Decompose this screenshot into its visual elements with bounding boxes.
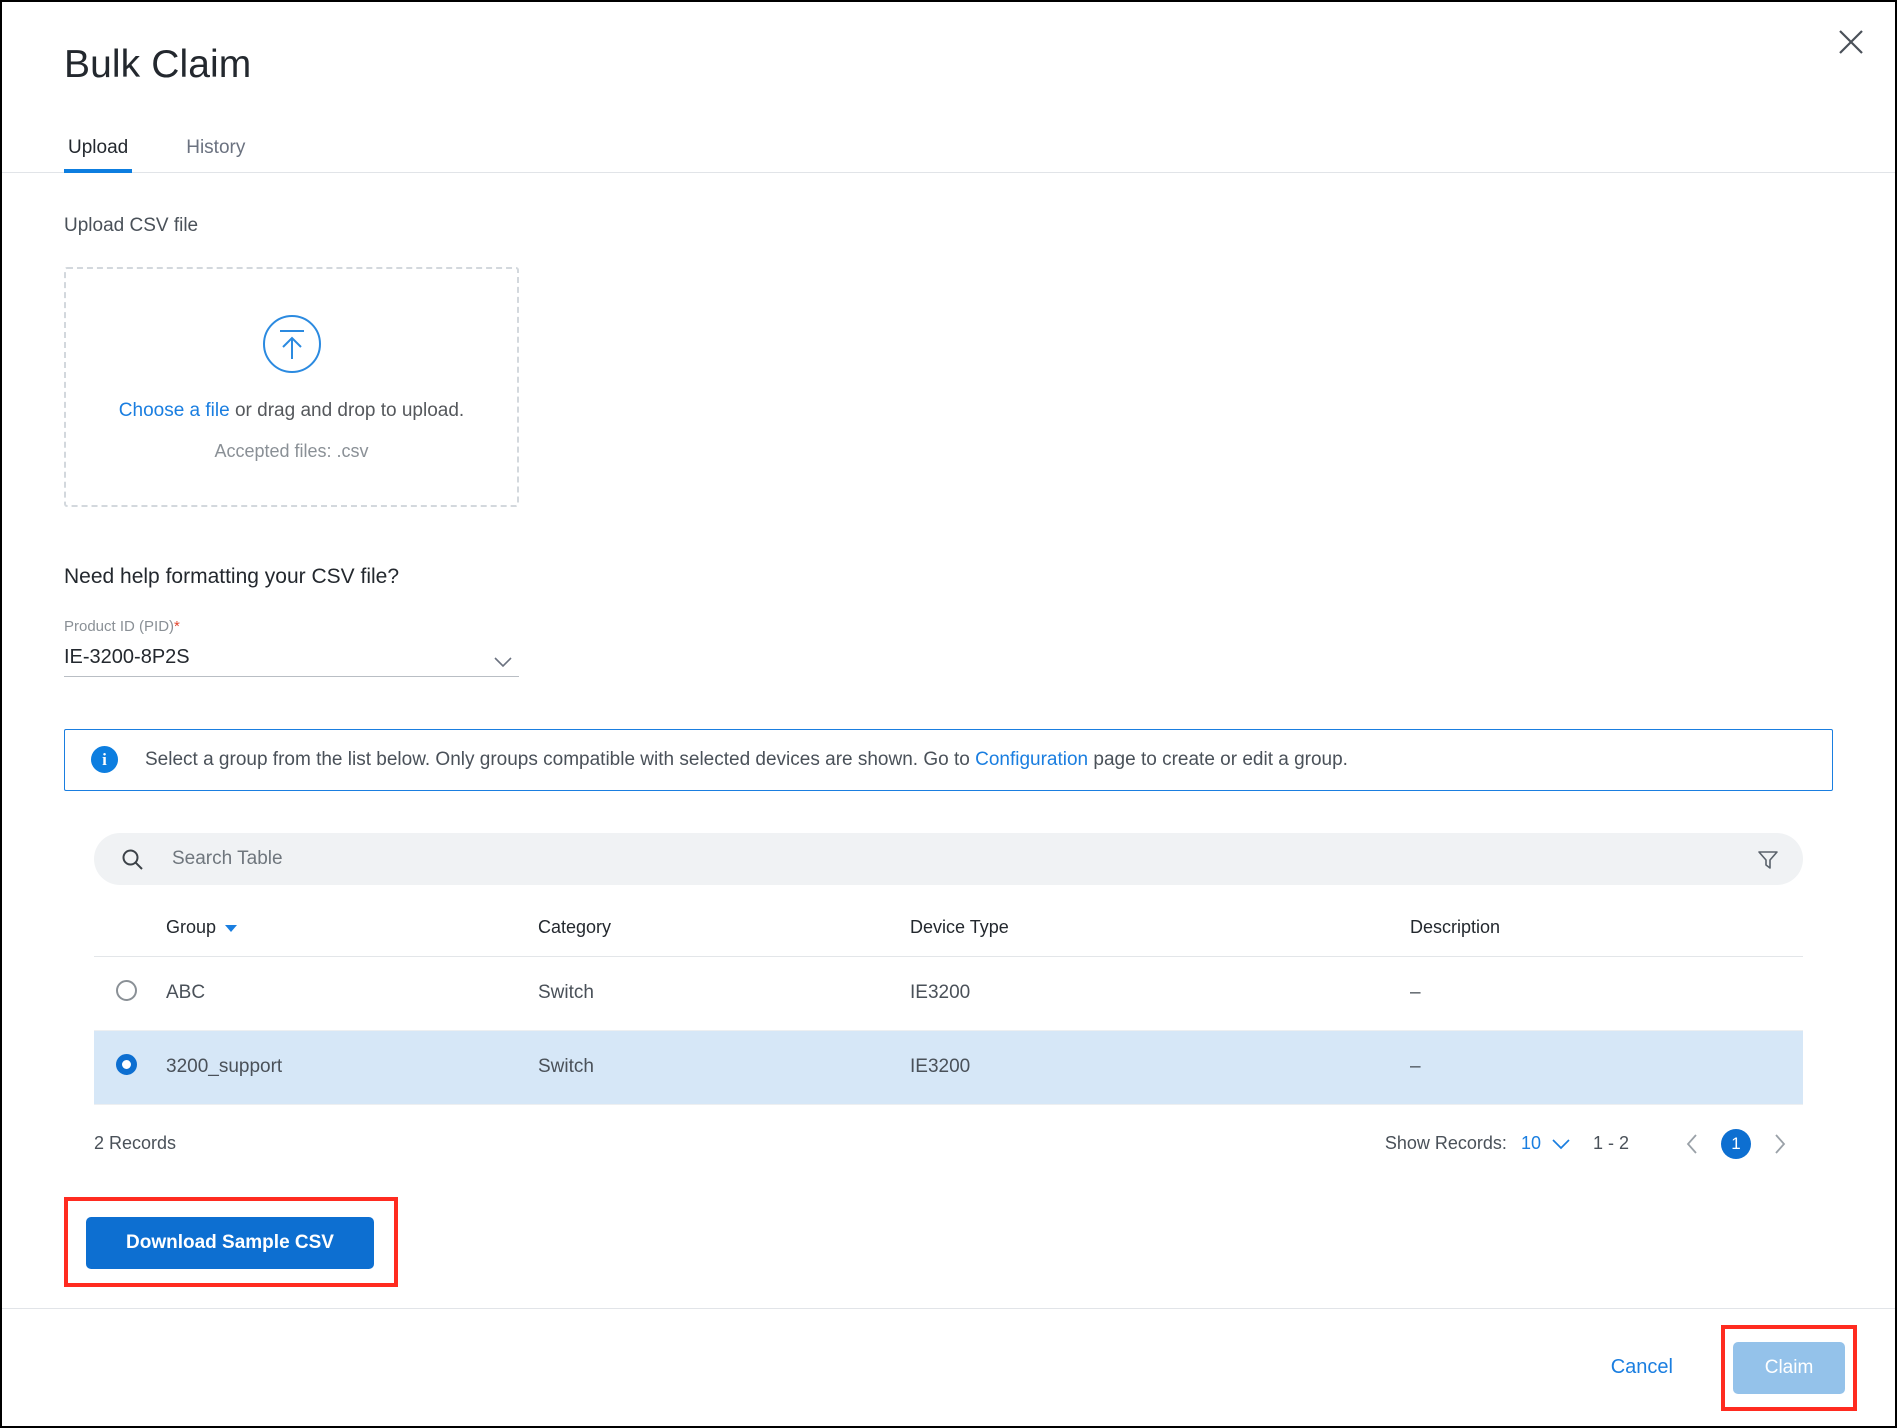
row-category: Switch bbox=[538, 1030, 910, 1105]
column-description[interactable]: Description bbox=[1410, 902, 1803, 957]
records-count: 2 Records bbox=[94, 1133, 177, 1154]
help-formatting-title: Need help formatting your CSV file? bbox=[64, 564, 400, 588]
row-device-type: IE3200 bbox=[910, 956, 1410, 1031]
groups-table: Group Category Device Type Description A… bbox=[94, 902, 1803, 1105]
show-records-value[interactable]: 10 bbox=[1521, 1133, 1541, 1154]
row-description: – bbox=[1410, 1030, 1803, 1105]
show-records-label: Show Records: bbox=[1384, 1133, 1507, 1154]
chevron-left-icon[interactable] bbox=[1675, 1133, 1709, 1155]
product-id-label: Product ID (PID)* bbox=[64, 619, 519, 634]
radio-button-3200-support[interactable] bbox=[116, 1053, 137, 1075]
row-device-type: IE3200 bbox=[910, 1030, 1410, 1105]
record-range: 1 - 2 bbox=[1592, 1133, 1629, 1154]
info-icon: i bbox=[91, 746, 118, 774]
accepted-files-text: Accepted files: .csv bbox=[214, 441, 369, 462]
download-sample-csv-area: Download Sample CSV bbox=[64, 1196, 398, 1287]
row-group: 3200_support bbox=[166, 1030, 538, 1105]
close-icon[interactable] bbox=[1829, 20, 1873, 64]
claim-button[interactable]: Claim bbox=[1733, 1341, 1845, 1394]
row-radio-cell[interactable] bbox=[94, 956, 166, 1031]
search-bar bbox=[94, 832, 1803, 885]
row-description: – bbox=[1410, 956, 1803, 1031]
column-group[interactable]: Group bbox=[166, 902, 538, 957]
filter-icon[interactable] bbox=[1743, 846, 1781, 872]
dropzone-drop-text: or drag and drop to upload. bbox=[229, 400, 465, 422]
info-text-after: page to create or edit a group. bbox=[1088, 748, 1348, 770]
table-row[interactable]: 3200_support Switch IE3200 – bbox=[94, 1030, 1803, 1105]
required-asterisk: * bbox=[174, 617, 180, 635]
group-info-banner: i Select a group from the list below. On… bbox=[64, 728, 1833, 791]
row-category: Switch bbox=[538, 956, 910, 1031]
dialog-body: Upload CSV file Choose a file or drag an… bbox=[2, 173, 1895, 1308]
product-id-select[interactable]: Product ID (PID)* IE-3200-8P2S bbox=[64, 619, 519, 677]
table-header-row: Group Category Device Type Description bbox=[94, 902, 1803, 957]
tab-history[interactable]: History bbox=[182, 138, 249, 172]
table-row[interactable]: ABC Switch IE3200 – bbox=[94, 956, 1803, 1031]
column-group-label: Group bbox=[166, 916, 217, 937]
upload-section-label: Upload CSV file bbox=[64, 214, 199, 236]
bulk-claim-dialog: Bulk Claim Upload History Upload CSV fil… bbox=[2, 2, 1895, 1426]
group-info-text: Select a group from the list below. Only… bbox=[145, 749, 1348, 771]
search-input[interactable] bbox=[170, 846, 1743, 871]
pagination: Show Records: 10 1 - 2 1 bbox=[1384, 1128, 1797, 1159]
tab-bar: Upload History bbox=[2, 123, 1895, 173]
info-text-before: Select a group from the list below. Only… bbox=[145, 748, 976, 770]
dialog-footer: Cancel Claim bbox=[2, 1308, 1895, 1426]
choose-file-link[interactable]: Choose a file bbox=[119, 400, 230, 421]
sort-descending-icon[interactable] bbox=[225, 924, 238, 932]
page-title: Bulk Claim bbox=[64, 43, 252, 86]
table-footer: 2 Records Show Records: 10 1 - 2 1 bbox=[94, 1128, 1803, 1159]
column-select bbox=[94, 902, 166, 957]
row-radio-cell[interactable] bbox=[94, 1030, 166, 1105]
search-icon bbox=[120, 847, 144, 871]
product-id-label-text: Product ID (PID) bbox=[64, 617, 175, 635]
page-number-1[interactable]: 1 bbox=[1721, 1128, 1751, 1159]
csv-dropzone[interactable]: Choose a file or drag and drop to upload… bbox=[64, 266, 519, 507]
chevron-down-icon[interactable] bbox=[1551, 1138, 1571, 1150]
screenshot-root: Bulk Claim Upload History Upload CSV fil… bbox=[0, 0, 1897, 1428]
product-id-value: IE-3200-8P2S bbox=[64, 645, 190, 668]
dropzone-primary-text: Choose a file or drag and drop to upload… bbox=[119, 401, 464, 420]
groups-table-section: Group Category Device Type Description bbox=[94, 832, 1803, 1159]
column-device-type[interactable]: Device Type bbox=[910, 902, 1410, 957]
chevron-down-icon[interactable] bbox=[493, 656, 513, 668]
claim-button-area: Claim bbox=[1721, 1324, 1857, 1411]
chevron-right-icon[interactable] bbox=[1763, 1133, 1797, 1155]
configuration-link[interactable]: Configuration bbox=[975, 749, 1088, 770]
radio-button-abc[interactable] bbox=[116, 979, 137, 1001]
download-sample-csv-button[interactable]: Download Sample CSV bbox=[86, 1216, 374, 1269]
tab-upload[interactable]: Upload bbox=[64, 138, 133, 173]
column-category[interactable]: Category bbox=[538, 902, 910, 957]
row-group: ABC bbox=[166, 956, 538, 1031]
cancel-button[interactable]: Cancel bbox=[1611, 1356, 1673, 1379]
upload-arrow-icon bbox=[261, 313, 323, 375]
